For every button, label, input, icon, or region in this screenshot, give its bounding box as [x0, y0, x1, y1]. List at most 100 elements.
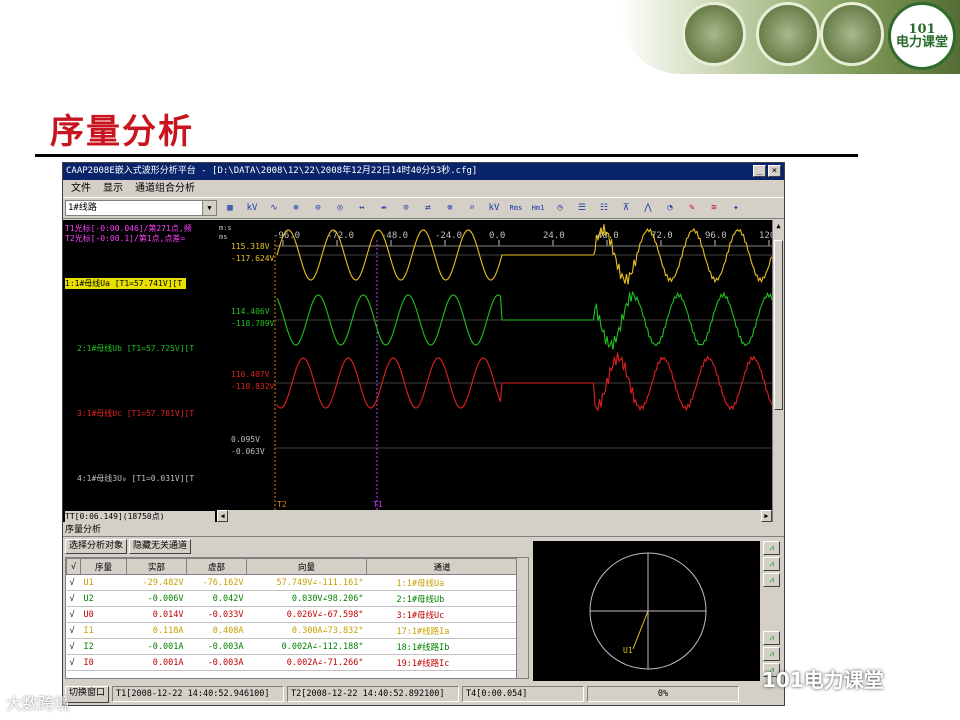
- scroll-right-button[interactable]: ▶: [761, 510, 772, 522]
- t2-label: T2: [277, 500, 287, 509]
- phasor-ub-icon[interactable]: ⩘: [763, 557, 780, 571]
- tick-label: 96.0: [705, 231, 727, 241]
- table-header: √ 序量 实部 虚部 向量 通道: [66, 558, 518, 575]
- wave2-icon[interactable]: ≋: [705, 200, 723, 216]
- minimize-button[interactable]: _: [753, 165, 766, 177]
- channel-label-ub[interactable]: 2:1#母线Ub [T1=57.725V][T: [77, 343, 194, 354]
- vertical-scrollbar[interactable]: ▲: [772, 220, 784, 522]
- table-row[interactable]: √ U2 -0.006V 0.042V 0.030V∠98.206° 2:1#母线Ub: [66, 590, 518, 607]
- tick-label: 120: [759, 231, 772, 241]
- table-row[interactable]: √ I0 0.001A -0.003A 0.002A∠-71.266° 19:1#线路Ic: [66, 654, 518, 671]
- search-icon[interactable]: ⌕: [463, 200, 481, 216]
- menu-channel-combo[interactable]: 通道组合分析: [135, 180, 195, 197]
- list2-icon[interactable]: ☷: [595, 200, 613, 216]
- phasor-side-buttons: ⩘ ⩘ ⩘ ⩘ ⩘ ⩘: [763, 541, 783, 681]
- col-vector: 向量: [246, 558, 367, 575]
- watermark-right: 101电力课堂: [762, 668, 884, 692]
- menu-bar: 文件 显示 通道组合分析: [63, 180, 784, 197]
- pen-icon[interactable]: ✎: [683, 200, 701, 216]
- shrink-h-icon[interactable]: ⇹: [375, 200, 393, 216]
- harmonic-icon[interactable]: Hm1: [529, 200, 547, 216]
- cell-vector: 57.749V∠-111.161°: [246, 574, 367, 591]
- list-icon[interactable]: ☰: [573, 200, 591, 216]
- table-row[interactable]: √ U0 0.014V -0.033V 0.026V∠-67.598° 3:1#母线Uc: [66, 606, 518, 623]
- phasor-svg: U1: [589, 552, 707, 670]
- clock-icon[interactable]: ◷: [551, 200, 569, 216]
- rms-icon[interactable]: Rms: [507, 200, 525, 216]
- cell-vector: 0.300A∠73.832°: [246, 622, 367, 639]
- waveform-view: T1光标[-0:00.046]/第271点,频 T2光标[-0:00.1]/第1…: [63, 220, 784, 522]
- cell-vector: 0.026V∠-67.598°: [246, 606, 367, 623]
- channel-max-label: 0.095V: [231, 435, 260, 444]
- scroll-thumb[interactable]: [774, 240, 783, 410]
- cursor-readout: T1光标[-0:00.046]/第271点,频 T2光标[-0:00.1]/第1…: [65, 224, 192, 244]
- table-row[interactable]: √ I1 0.118A 0.408A 0.300A∠73.832° 17:1#线路Ia: [66, 622, 518, 639]
- cell-seq: I2: [80, 638, 127, 655]
- sequence-grid: √ 序量 实部 虚部 向量 通道 √ U1 -29.482V -76.162V 57.7…: [66, 558, 518, 671]
- scroll-up-button[interactable]: ▲: [773, 222, 784, 233]
- hide-channels-button[interactable]: 隐藏无关通道: [129, 539, 192, 554]
- table-row[interactable]: √ I2 -0.001A -0.003A 0.002A∠-112.188° 18:1#线路…: [66, 638, 518, 655]
- waveform-plot[interactable]: m:s ms -96.0 -72.0 -48.0 -24.0 0.0 24.0 48.0 72.0…: [217, 220, 775, 522]
- swap-icon[interactable]: ⇄: [419, 200, 437, 216]
- t1-label: T1: [373, 500, 383, 509]
- wave-icon[interactable]: ∿: [265, 200, 283, 216]
- zoom-fit-icon[interactable]: ⊚: [441, 200, 459, 216]
- phasor-ua-icon[interactable]: ⩘: [763, 541, 780, 555]
- table-scrollbar[interactable]: [516, 558, 528, 678]
- channel-min-label: -117.624V: [231, 254, 275, 263]
- status-t1: T1[2008-12-22 14:40:52.946100]: [112, 686, 285, 702]
- channel-max-label: 116.407V: [231, 370, 270, 379]
- cell-seq: U1: [80, 574, 127, 591]
- spectrum-icon[interactable]: ⋀: [639, 200, 657, 216]
- channel-min-label: -118.832V: [231, 382, 275, 391]
- scroll-left-button[interactable]: ◀: [217, 510, 228, 522]
- col-real: 实部: [126, 558, 187, 575]
- cell-imag: 0.042V: [186, 590, 247, 607]
- horizontal-scrollbar[interactable]: ◀ ▶: [217, 510, 772, 522]
- select-target-button[interactable]: 选择分析对象: [65, 539, 128, 554]
- cell-vector: 0.002A∠-71.266°: [246, 654, 367, 671]
- switch-window-button[interactable]: 切换窗口: [65, 685, 110, 703]
- logo-line-2: 电力课堂: [895, 35, 948, 50]
- phasor-uc-icon[interactable]: ⩘: [763, 573, 780, 587]
- app-window: CAAP2008E嵌入式波形分析平台 - [D:\DATA\2008\12\22…: [62, 162, 785, 706]
- chevron-down-icon[interactable]: ▼: [202, 201, 216, 215]
- phasor-ia-icon[interactable]: ⩘: [763, 631, 780, 645]
- kv-icon[interactable]: kV: [243, 200, 261, 216]
- close-button[interactable]: ×: [768, 165, 781, 177]
- watermark-left: 大数跨境: [6, 694, 71, 713]
- kv-unit-icon[interactable]: kV: [485, 200, 503, 216]
- cell-channel: 3:1#母线Uc: [366, 606, 518, 623]
- phasor-ib-icon[interactable]: ⩘: [763, 647, 780, 661]
- cell-chk[interactable]: √: [66, 606, 81, 623]
- cell-channel: 19:1#线路Ic: [366, 654, 518, 671]
- expand-h-icon[interactable]: ↔: [353, 200, 371, 216]
- menu-view[interactable]: 显示: [103, 180, 123, 197]
- cell-real: -0.006V: [126, 590, 187, 607]
- grid-icon[interactable]: ▦: [221, 200, 239, 216]
- table-row[interactable]: √ U1 -29.482V -76.162V 57.749V∠-111.161° 1:1#…: [66, 574, 518, 591]
- gauge-icon[interactable]: ◔: [661, 200, 679, 216]
- cell-chk[interactable]: √: [66, 654, 81, 671]
- phasor-diagram: U1: [533, 541, 760, 681]
- cell-chk[interactable]: √: [66, 622, 81, 639]
- settings-icon[interactable]: ✦: [727, 200, 745, 216]
- zoom-out-icon[interactable]: ⊖: [309, 200, 327, 216]
- total-time-readout: TT[0:06.149](18750点): [65, 511, 215, 522]
- menu-file[interactable]: 文件: [71, 180, 91, 197]
- phasor-label-u1: U1: [623, 646, 633, 655]
- zoom-in-icon[interactable]: ⊕: [287, 200, 305, 216]
- line-select[interactable]: 1#线路 ▼: [65, 200, 217, 216]
- zoom-icon[interactable]: ◎: [331, 200, 349, 216]
- channel-label-uc[interactable]: 3:1#母线Uc [T1=57.781V][T: [77, 408, 194, 419]
- cell-chk[interactable]: √: [66, 590, 81, 607]
- zoom-v-icon[interactable]: ⊙: [397, 200, 415, 216]
- line-select-value: 1#线路: [68, 203, 97, 213]
- cell-chk[interactable]: √: [66, 638, 81, 655]
- channel-label-ua[interactable]: 1:1#母线Ua [T1=57.741V][T: [65, 278, 187, 289]
- cell-chk[interactable]: √: [66, 574, 81, 591]
- channel-label-3u0[interactable]: 4:1#母线3U₀ [T1=0.031V][T: [77, 473, 194, 484]
- filter-icon[interactable]: ⊼: [617, 200, 635, 216]
- axis-unit-bottom: ms: [219, 233, 227, 241]
